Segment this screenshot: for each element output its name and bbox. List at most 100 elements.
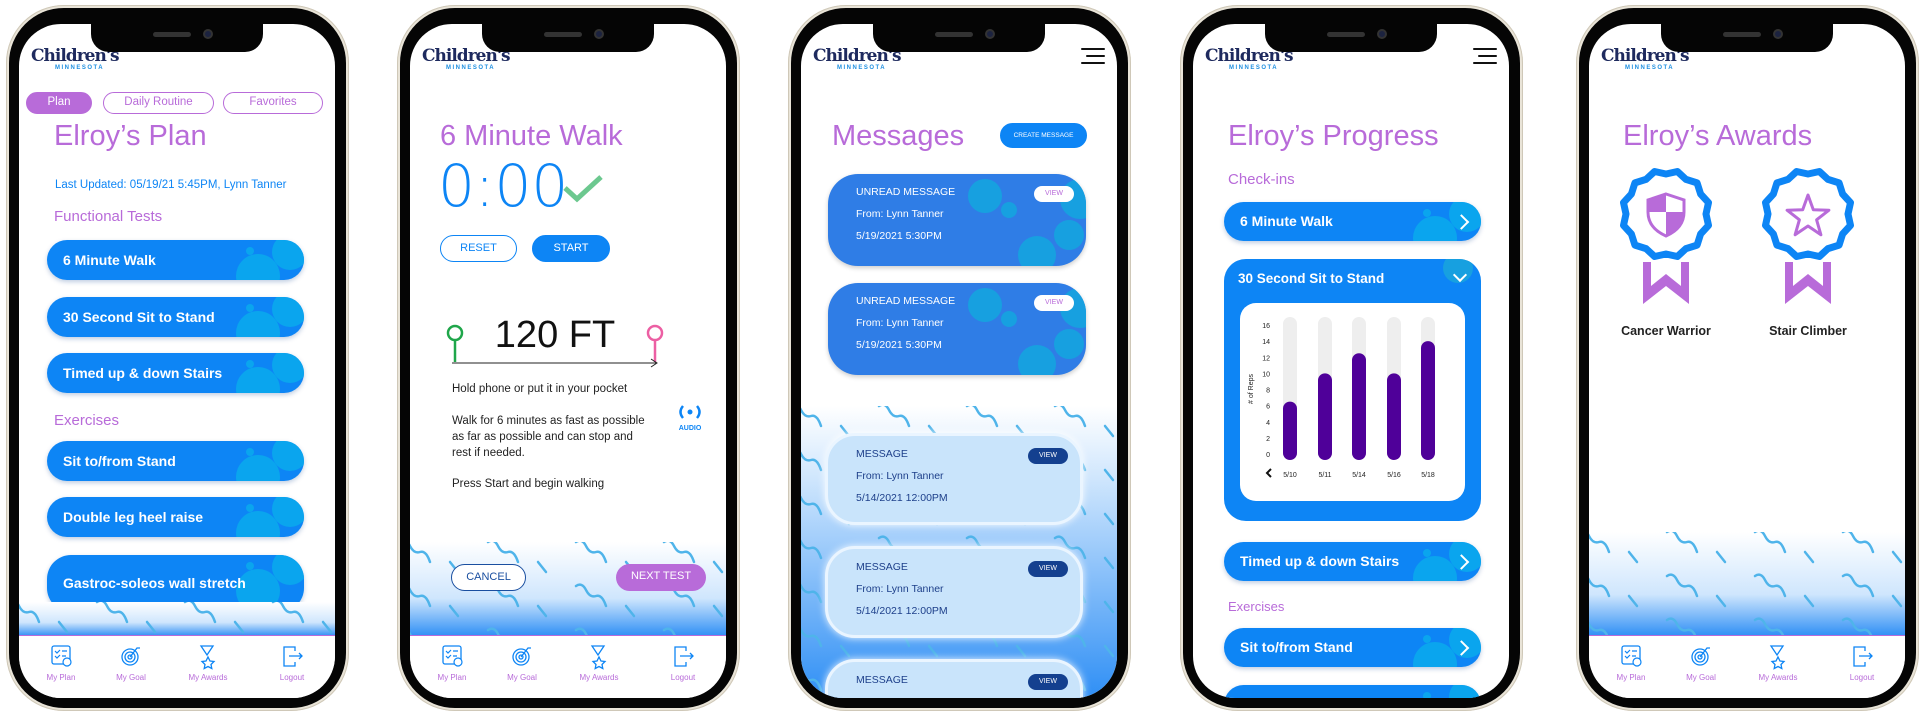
message-from: From: Lynn Tanner (856, 583, 944, 595)
nav-my-plan[interactable]: My Plan (417, 644, 487, 682)
nav-label: My Goal (507, 673, 537, 682)
section-exercises: Exercises (54, 412, 120, 429)
phone-plan: Children's MINNESOTA Plan Daily Routine Fav… (6, 5, 349, 711)
view-button[interactable]: VIEW (1028, 674, 1068, 690)
x-tick-label: 5/16 (1387, 472, 1401, 479)
checkin-timed-stairs[interactable]: Timed up & down Stairs (1224, 542, 1481, 581)
create-message-button[interactable]: CREATE MESSAGE (1000, 123, 1087, 148)
chevron-right-icon (1453, 553, 1470, 570)
nav-my-awards[interactable]: My Awards (1743, 644, 1813, 682)
camera-icon (1773, 29, 1783, 39)
message-from: From: Lynn Tanner (856, 470, 944, 482)
nav-my-awards[interactable]: My Awards (564, 644, 634, 682)
nav-my-goal[interactable]: My Goal (96, 644, 166, 682)
nav-label: My Plan (437, 673, 467, 682)
bottom-nav: My Plan My Goal My Awards Logout (410, 635, 726, 698)
menu-icon[interactable] (1081, 48, 1105, 64)
phone-progress: Children's MINNESOTA Elroy’s Progress Che… (1180, 5, 1523, 711)
page-title: Elroy’s Progress (1228, 120, 1439, 152)
nav-my-goal[interactable]: My Goal (1666, 644, 1736, 682)
nav-my-goal[interactable]: My Goal (487, 644, 557, 682)
next-test-button[interactable]: NEXT TEST (616, 564, 706, 591)
award-badge-star[interactable] (1753, 162, 1863, 312)
bar-5/10 (1283, 401, 1297, 460)
menu-icon[interactable] (1473, 48, 1497, 64)
audio-button[interactable]: AUDIO (672, 404, 708, 432)
tab-plan[interactable]: Plan (26, 92, 92, 114)
nav-logout[interactable]: Logout (257, 644, 327, 682)
view-button[interactable]: VIEW (1028, 448, 1068, 464)
nav-label: My Plan (1616, 673, 1646, 682)
nav-logout[interactable]: Logout (648, 644, 718, 682)
messages-screen: Children's MINNESOTA Messages CREATE MESS… (801, 24, 1117, 698)
message-card[interactable]: UNREAD MESSAGE From: Lynn Tanner 5/19/2021… (828, 174, 1086, 266)
award-badge-shield[interactable] (1611, 162, 1721, 312)
medal-icon (590, 645, 607, 670)
message-date: 5/19/2021 5:30PM (856, 339, 942, 351)
exercise-item-partial[interactable] (1224, 685, 1481, 698)
message-card[interactable]: MESSAGE VIEW (825, 659, 1083, 698)
reset-button[interactable]: RESET (440, 235, 517, 262)
notch (91, 24, 263, 52)
tab-daily-routine[interactable]: Daily Routine (103, 92, 214, 114)
message-card[interactable]: UNREAD MESSAGE From: Lynn Tanner 5/19/2021… (828, 283, 1086, 375)
view-button[interactable]: VIEW (1028, 561, 1068, 577)
x-tick-label: 5/14 (1352, 472, 1366, 479)
nav-label: My Goal (116, 673, 146, 682)
start-button[interactable]: START (532, 235, 610, 262)
exercise-item[interactable]: Double leg heel raise (47, 497, 304, 537)
audio-broadcast-icon (679, 405, 701, 419)
last-updated: Last Updated: 05/19/21 5:45PM, Lynn Tann… (55, 179, 287, 191)
message-card[interactable]: MESSAGE From: Lynn Tanner 5/14/2021 12:00P… (825, 433, 1083, 525)
bottom-nav: My Plan My Goal My Awards Logout (19, 635, 335, 698)
logout-icon (674, 646, 694, 667)
functional-test-item[interactable]: 6 Minute Walk (47, 240, 304, 280)
nav-my-awards[interactable]: My Awards (173, 644, 243, 682)
item-label: Timed up & down Stairs (63, 364, 223, 381)
exercise-item[interactable]: Sit to/from Stand (47, 441, 304, 481)
audio-label: AUDIO (678, 425, 702, 432)
message-card[interactable]: MESSAGE From: Lynn Tanner 5/14/2021 12:00P… (825, 546, 1083, 638)
target-icon (121, 647, 140, 666)
checkin-6-minute-walk[interactable]: 6 Minute Walk (1224, 202, 1481, 241)
checklist-clock-icon (1621, 645, 1642, 667)
nav-label: My Goal (1686, 673, 1716, 682)
instruction-3: Press Start and begin walking (452, 478, 605, 490)
checkin-30-second-sit-to-stand[interactable]: 30 Second Sit to Stand 0 2 4 6 8 10 12 14 16 # of… (1224, 259, 1481, 521)
logout-icon (1853, 646, 1873, 667)
nav-my-plan[interactable]: My Plan (1596, 644, 1666, 682)
camera-icon (985, 29, 995, 39)
medal-icon (199, 645, 216, 670)
view-button[interactable]: VIEW (1034, 295, 1074, 311)
distance-arrow (452, 358, 658, 368)
nav-label: Logout (1849, 673, 1875, 682)
award-label: Stair Climber (1769, 324, 1847, 338)
bottom-nav: My Plan My Goal My Awards Logout (1589, 635, 1905, 698)
item-label: Double leg heel raise (63, 508, 204, 525)
functional-test-item[interactable]: Timed up & down Stairs (47, 353, 304, 393)
nav-logout[interactable]: Logout (1827, 644, 1897, 682)
walk-screen: Children's MINNESOTA 6 Minute Walk 0:00 R… (410, 24, 726, 698)
item-label: Gastroc-soleos wall stretch (63, 575, 246, 591)
exercise-sit-to-stand[interactable]: Sit to/from Stand (1224, 628, 1481, 667)
page-title: Elroy’s Awards (1623, 120, 1813, 152)
phone-walk: Children's MINNESOTA 6 Minute Walk 0:00 R… (397, 5, 740, 711)
medal-icon (1769, 645, 1786, 670)
checklist-clock-icon (51, 645, 72, 667)
phone-messages: Children's MINNESOTA Messages CREATE MESS… (788, 5, 1131, 711)
x-tick-label: 5/11 (1318, 472, 1331, 479)
nav-label: Logout (279, 673, 305, 682)
tab-favorites[interactable]: Favorites (223, 92, 323, 114)
page-title: 6 Minute Walk (440, 120, 623, 152)
nav-label: My Awards (188, 673, 228, 682)
view-button[interactable]: VIEW (1034, 186, 1074, 202)
functional-test-item[interactable]: 30 Second Sit to Stand (47, 297, 304, 337)
instruction-1: Hold phone or put it in your pocket (452, 383, 628, 395)
nav-my-plan[interactable]: My Plan (26, 644, 96, 682)
y-axis-label: # of Reps (1248, 374, 1255, 404)
chevron-left-icon[interactable] (1265, 468, 1272, 478)
plan-screen: Children's MINNESOTA Plan Daily Routine Fav… (19, 24, 335, 698)
nav-label: My Plan (46, 673, 76, 682)
cancel-button[interactable]: CANCEL (451, 564, 526, 591)
section-exercises: Exercises (1228, 599, 1285, 614)
